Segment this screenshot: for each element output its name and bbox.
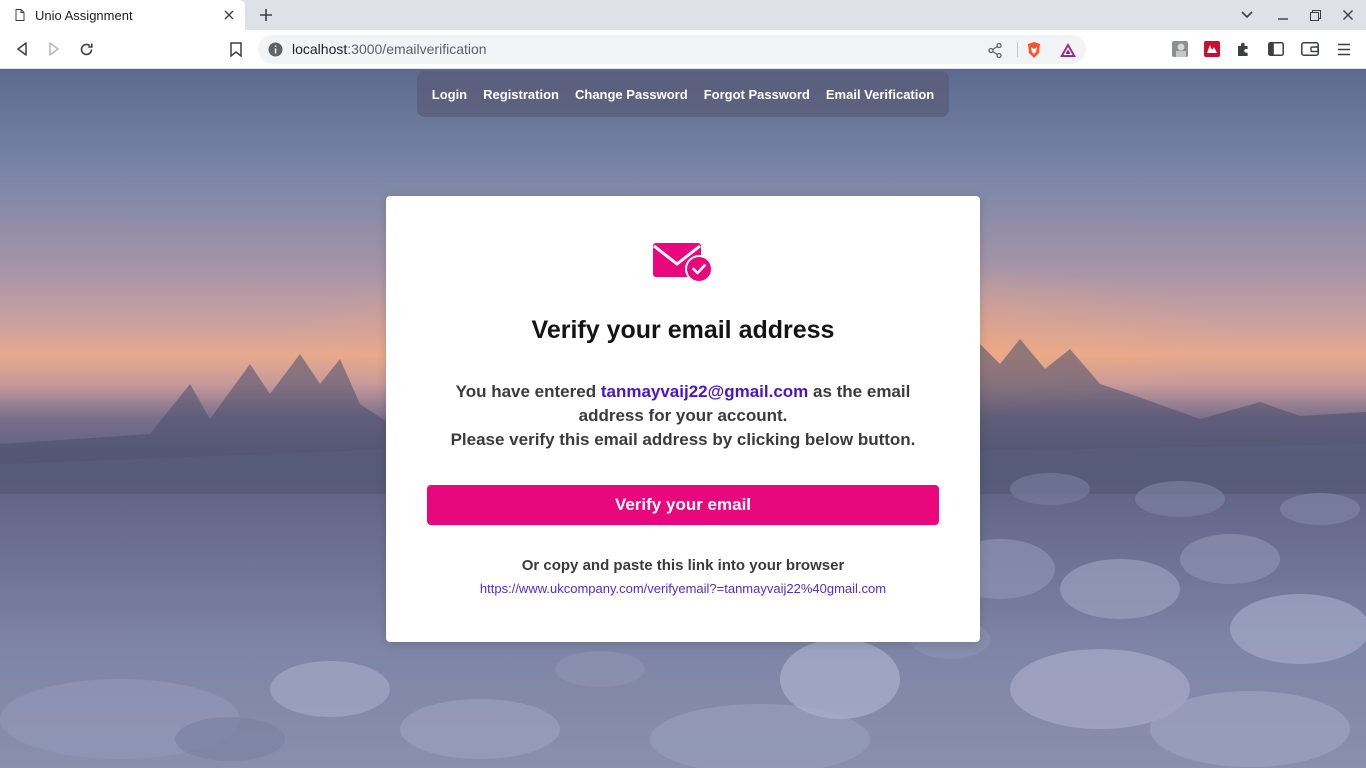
wallet-icon[interactable] [1300,39,1320,59]
email-verified-icon [653,243,713,283]
tab-search-chevron-icon[interactable] [1237,5,1257,25]
nav-login-link[interactable]: Login [424,87,475,102]
brave-rewards-icon[interactable] [1059,41,1077,59]
browser-toolbar: localhost:3000/emailverification [0,30,1366,69]
url-text[interactable]: localhost:3000/emailverification [292,41,487,57]
tab-title: Unio Assignment [35,7,133,23]
verification-link[interactable]: https://www.ukcompany.com/verifyemail?=t… [386,581,980,596]
forward-icon[interactable] [44,39,64,59]
close-tab-icon[interactable] [221,7,237,23]
nav-registration-link[interactable]: Registration [475,87,567,102]
nav-forgot-password-link[interactable]: Forgot Password [696,87,818,102]
address-bar[interactable]: localhost:3000/emailverification [258,35,1086,64]
page-icon [14,8,26,22]
extension-red-icon[interactable] [1202,39,1222,59]
back-icon[interactable] [12,39,32,59]
minimize-icon[interactable] [1273,5,1293,25]
tab-strip: Unio Assignment [0,0,1366,30]
verification-message: You have entered tanmayvaij22@gmail.com … [426,380,940,452]
reload-icon[interactable] [76,39,96,59]
new-tab-icon[interactable] [256,5,276,25]
email-verification-card: Verify your email address You have enter… [386,196,980,642]
top-nav: Login Registration Change Password Forgo… [417,71,949,117]
menu-icon[interactable] [1334,39,1354,59]
sidebar-icon[interactable] [1266,39,1286,59]
extension-avatar-icon[interactable] [1170,39,1190,59]
bookmark-icon[interactable] [226,39,246,59]
message-prefix: You have entered [455,382,601,401]
page-viewport: Login Registration Change Password Forgo… [0,69,1366,768]
divider [1017,42,1018,57]
verify-email-button[interactable]: Verify your email [427,485,939,525]
nav-email-verification-link[interactable]: Email Verification [818,87,942,102]
share-icon[interactable] [986,41,1004,59]
nav-change-password-link[interactable]: Change Password [567,87,696,102]
site-info-icon[interactable] [268,42,283,57]
entered-email: tanmayvaij22@gmail.com [600,382,809,401]
browser-tab[interactable]: Unio Assignment [0,0,245,30]
card-heading: Verify your email address [531,316,835,344]
extensions-puzzle-icon[interactable] [1234,39,1254,59]
copy-link-instruction: Or copy and paste this link into your br… [521,557,845,574]
message-line2: Please verify this email address by clic… [450,430,916,449]
close-window-icon[interactable] [1338,5,1358,25]
brave-shield-icon[interactable] [1025,41,1043,59]
restore-icon[interactable] [1305,5,1325,25]
